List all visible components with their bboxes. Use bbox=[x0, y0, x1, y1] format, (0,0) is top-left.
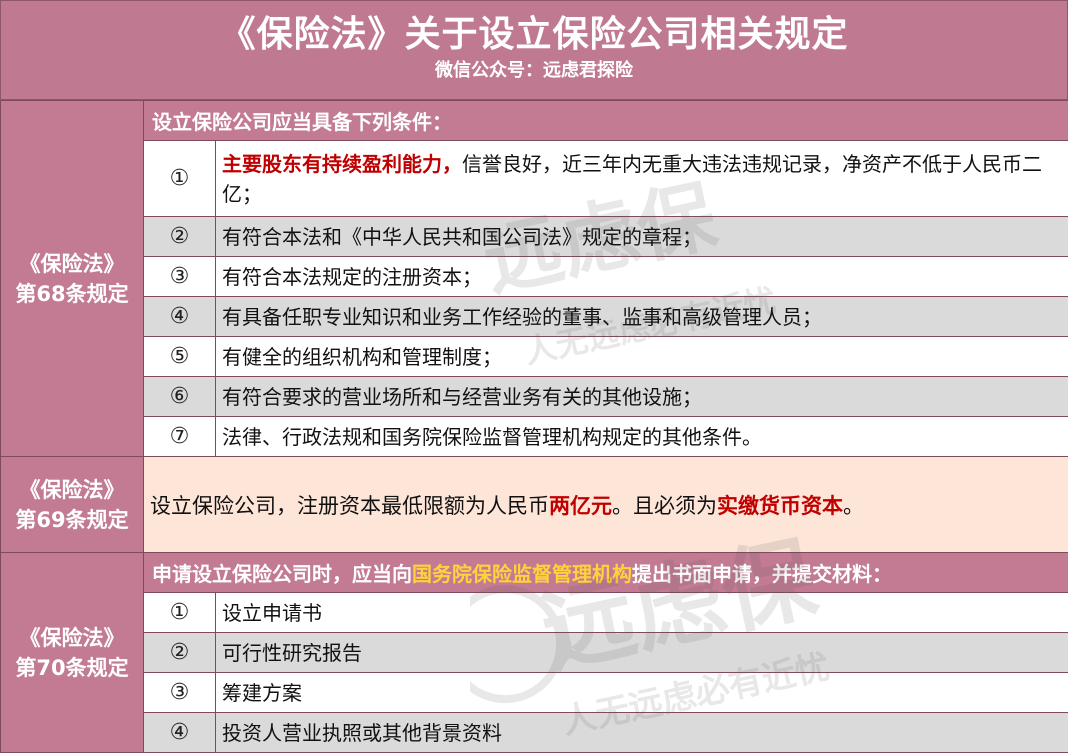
table-row: ③ 有符合本法规定的注册资本； bbox=[1, 256, 1068, 297]
art70-heading-row: 《保险法》 第70条规定 申请设立保险公司时，应当向国务院保险监督管理机构提出书… bbox=[0, 552, 1068, 753]
item-number: ④ bbox=[143, 296, 216, 337]
art70-heading: 申请设立保险公司时，应当向国务院保险监督管理机构提出书面申请，并提交材料： bbox=[143, 552, 1068, 593]
table-row: ② 可行性研究报告 bbox=[1, 632, 1068, 673]
item-number: ⑤ bbox=[143, 336, 216, 377]
art70-law-line1: 《保险法》 bbox=[19, 625, 125, 650]
art69-law-cell: 《保险法》 第69条规定 bbox=[0, 456, 144, 553]
page-header: 《保险法》关于设立保险公司相关规定 微信公众号：远虑君探险 bbox=[0, 0, 1068, 100]
item-text: 可行性研究报告 bbox=[215, 632, 1068, 673]
item-number: ③ bbox=[143, 256, 216, 297]
item-text: 设立申请书 bbox=[215, 592, 1068, 633]
item-text: 投资人营业执照或其他背景资料 bbox=[215, 712, 1068, 753]
art69-text-b: 。且必须为 bbox=[612, 493, 717, 518]
item-number: ⑥ bbox=[143, 376, 216, 417]
art69-text-a: 设立保险公司，注册资本最低限额为人民币 bbox=[150, 493, 549, 518]
art69-law-line1: 《保险法》 bbox=[19, 477, 125, 502]
page-subtitle: 微信公众号：远虑君探险 bbox=[435, 60, 633, 81]
table-row: ① 设立申请书 bbox=[1, 592, 1068, 633]
art69-row: 《保险法》 第69条规定 设立保险公司，注册资本最低限额为人民币两亿元。且必须为… bbox=[0, 456, 1068, 553]
page-title: 《保险法》关于设立保险公司相关规定 bbox=[219, 14, 849, 55]
table-row: ⑤ 有健全的组织机构和管理制度； bbox=[1, 336, 1068, 377]
item-text: 有符合本法和《中华人民共和国公司法》规定的章程； bbox=[215, 216, 1068, 257]
item-text: 主要股东有持续盈利能力，信誉良好，近三年内无重大违法违规记录，净资产不低于人民币… bbox=[215, 140, 1068, 217]
table-row: ③ 筹建方案 bbox=[1, 672, 1068, 713]
table-row: ④ 投资人营业执照或其他背景资料 bbox=[1, 712, 1068, 753]
item-text: 有符合要求的营业场所和与经营业务有关的其他设施； bbox=[215, 376, 1068, 417]
art68-law-line2: 第68条规定 bbox=[15, 281, 129, 306]
table-row: ① 主要股东有持续盈利能力，信誉良好，近三年内无重大违法违规记录，净资产不低于人… bbox=[1, 140, 1068, 217]
item-number: ② bbox=[143, 632, 216, 673]
table-row: ④ 有具备任职专业知识和业务工作经验的董事、监事和高级管理人员； bbox=[1, 296, 1068, 337]
art70-heading-highlight: 国务院保险监督管理机构 bbox=[412, 562, 632, 586]
item-text: 法律、行政法规和国务院保险监督管理机构规定的其他条件。 bbox=[215, 416, 1068, 457]
item-text: 有健全的组织机构和管理制度； bbox=[215, 336, 1068, 377]
regulation-table: 《保险法》 第68条规定 设立保险公司应当具备下列条件： ① 主要股东有持续盈利… bbox=[0, 100, 1068, 753]
art69-text-c: 。 bbox=[843, 493, 864, 518]
art70-law-cell: 《保险法》 第70条规定 bbox=[0, 552, 144, 753]
item-number: ① bbox=[143, 592, 216, 633]
art68-law-cell: 《保险法》 第68条规定 bbox=[0, 100, 144, 457]
art70-heading-a: 申请设立保险公司时，应当向 bbox=[152, 562, 412, 586]
item-highlight: 主要股东有持续盈利能力， bbox=[222, 151, 462, 176]
art69-red-b: 实缴货币资本 bbox=[717, 493, 843, 518]
art68-heading-row: 《保险法》 第68条规定 设立保险公司应当具备下列条件： bbox=[0, 100, 1068, 457]
item-text: 筹建方案 bbox=[215, 672, 1068, 713]
item-number: ③ bbox=[143, 672, 216, 713]
item-number: ① bbox=[143, 140, 216, 217]
item-number: ④ bbox=[143, 712, 216, 753]
art68-law-line1: 《保险法》 bbox=[19, 251, 125, 276]
table-row: ② 有符合本法和《中华人民共和国公司法》规定的章程； bbox=[1, 216, 1068, 257]
art69-red-a: 两亿元 bbox=[549, 493, 612, 518]
art70-law-line2: 第70条规定 bbox=[15, 655, 129, 680]
table-row: ⑥ 有符合要求的营业场所和与经营业务有关的其他设施； bbox=[1, 376, 1068, 417]
art70-heading-b: 提出书面申请，并提交材料： bbox=[632, 562, 892, 586]
page: 《保险法》关于设立保险公司相关规定 微信公众号：远虑君探险 《保险法》 第68条… bbox=[0, 0, 1068, 753]
item-number: ⑦ bbox=[143, 416, 216, 457]
item-number: ② bbox=[143, 216, 216, 257]
art69-law-line2: 第69条规定 bbox=[15, 507, 129, 532]
art68-heading: 设立保险公司应当具备下列条件： bbox=[143, 100, 1068, 141]
item-text: 有具备任职专业知识和业务工作经验的董事、监事和高级管理人员； bbox=[215, 296, 1068, 337]
item-text: 有符合本法规定的注册资本； bbox=[215, 256, 1068, 297]
art69-text: 设立保险公司，注册资本最低限额为人民币两亿元。且必须为实缴货币资本。 bbox=[143, 456, 1068, 553]
table-row: ⑦ 法律、行政法规和国务院保险监督管理机构规定的其他条件。 bbox=[1, 416, 1068, 457]
